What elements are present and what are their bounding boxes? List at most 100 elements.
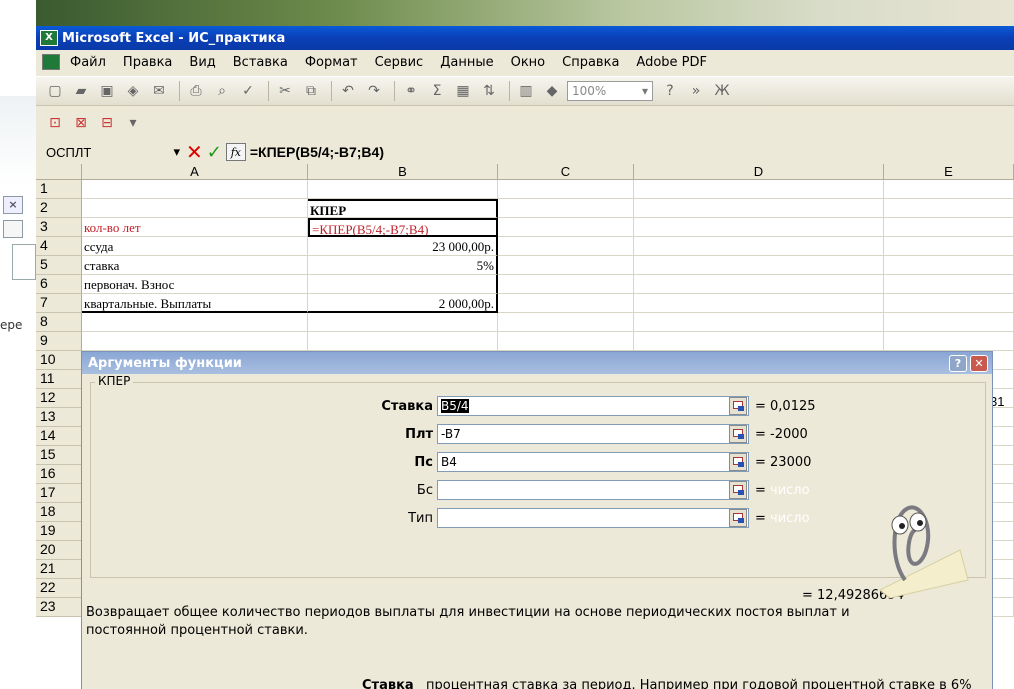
- help-button[interactable]: ?: [949, 354, 967, 372]
- row-header[interactable]: 19: [36, 522, 82, 541]
- name-box[interactable]: ОСПЛТ ▾: [36, 141, 186, 163]
- redo-icon[interactable]: ↷: [363, 81, 385, 101]
- dialog-title-bar[interactable]: Аргументы функции ? ✕: [82, 352, 992, 374]
- grid-cell[interactable]: [498, 294, 634, 313]
- print-preview-icon[interactable]: ⌕: [211, 81, 233, 101]
- row-header[interactable]: 4: [36, 237, 82, 256]
- menu-window[interactable]: Окно: [511, 55, 546, 70]
- grid-cell[interactable]: 5%: [308, 256, 498, 275]
- grid-cell[interactable]: [498, 180, 634, 199]
- row-header[interactable]: 20: [36, 541, 82, 560]
- collapse-dialog-icon[interactable]: [729, 397, 747, 415]
- grid-cell[interactable]: [884, 332, 1014, 351]
- spelling-icon[interactable]: ✓: [237, 81, 259, 101]
- column-header-a[interactable]: A: [82, 164, 308, 180]
- row-header[interactable]: 2: [36, 199, 82, 218]
- grid-cell[interactable]: ставка: [82, 256, 308, 275]
- grid-cell[interactable]: [82, 313, 308, 332]
- menu-help[interactable]: Справка: [562, 55, 619, 70]
- chart-wizard-icon[interactable]: ▥: [515, 81, 537, 101]
- chevron-down-icon[interactable]: ▾: [122, 113, 144, 133]
- grid-cell[interactable]: [884, 256, 1014, 275]
- menu-adobe-pdf[interactable]: Adobe PDF: [636, 55, 707, 70]
- grid-cell[interactable]: [498, 332, 634, 351]
- grid-cell[interactable]: [634, 237, 884, 256]
- zoom-select[interactable]: 100% ▾: [567, 81, 653, 101]
- office-assistant-clippy-icon[interactable]: [860, 480, 970, 600]
- grid-cell[interactable]: [308, 332, 498, 351]
- grid-cell[interactable]: [82, 199, 308, 218]
- grid-cell[interactable]: [498, 313, 634, 332]
- document-icon[interactable]: [42, 54, 60, 70]
- column-header-e[interactable]: E: [884, 164, 1014, 180]
- grid-cell[interactable]: [884, 294, 1014, 313]
- grid-cell[interactable]: [634, 313, 884, 332]
- grid-cell[interactable]: [498, 218, 634, 237]
- grid-cell[interactable]: [498, 199, 634, 218]
- argument-input[interactable]: B5/4: [437, 396, 749, 416]
- row-header[interactable]: 14: [36, 427, 82, 446]
- menu-data[interactable]: Данные: [440, 55, 493, 70]
- autosum-icon[interactable]: Σ: [426, 81, 448, 101]
- enter-icon[interactable]: ✓: [207, 142, 222, 163]
- email-icon[interactable]: ✉: [148, 81, 170, 101]
- row-header[interactable]: 8: [36, 313, 82, 332]
- grid-cell[interactable]: 2 000,00р.: [308, 294, 498, 313]
- collapse-dialog-icon[interactable]: [729, 453, 747, 471]
- argument-input[interactable]: -B7: [437, 424, 749, 444]
- close-button[interactable]: ✕: [970, 354, 988, 372]
- grid-cell[interactable]: [82, 180, 308, 199]
- grid-cell[interactable]: кол-во лет: [82, 218, 308, 237]
- argument-input[interactable]: [437, 508, 749, 528]
- grid-cell[interactable]: [884, 275, 1014, 294]
- grid-cell[interactable]: [498, 256, 634, 275]
- grid-cell[interactable]: 23 000,00р.: [308, 237, 498, 256]
- close-icon[interactable]: ×: [3, 196, 23, 214]
- argument-input[interactable]: [437, 480, 749, 500]
- grid-cell[interactable]: [884, 313, 1014, 332]
- print-icon[interactable]: ⎙: [185, 81, 207, 101]
- menu-format[interactable]: Формат: [305, 55, 358, 70]
- function-icon[interactable]: ▦: [452, 81, 474, 101]
- grid-cell[interactable]: [634, 332, 884, 351]
- menu-insert[interactable]: Вставка: [233, 55, 288, 70]
- row-header[interactable]: 7: [36, 294, 82, 313]
- new-icon[interactable]: ▢: [44, 81, 66, 101]
- pdf-convert-icon[interactable]: ⊡: [44, 113, 66, 133]
- save-icon[interactable]: ▣: [96, 81, 118, 101]
- collapse-dialog-icon[interactable]: [729, 425, 747, 443]
- menu-file[interactable]: Файл: [70, 55, 106, 70]
- grid-cell[interactable]: [498, 237, 634, 256]
- permission-icon[interactable]: ◈: [122, 81, 144, 101]
- copy-icon[interactable]: ⧉: [300, 81, 322, 101]
- bold-icon[interactable]: Ж: [711, 81, 733, 101]
- row-header[interactable]: 10: [36, 351, 82, 370]
- window-button[interactable]: [3, 220, 23, 238]
- column-header-d[interactable]: D: [634, 164, 884, 180]
- grid-cell[interactable]: [308, 180, 498, 199]
- grid-cell[interactable]: первонач. Взнос: [82, 275, 308, 294]
- collapse-dialog-icon[interactable]: [729, 509, 747, 527]
- row-header[interactable]: 22: [36, 579, 82, 598]
- grid-cell[interactable]: [634, 199, 884, 218]
- grid-cell[interactable]: ссуда: [82, 237, 308, 256]
- grid-cell[interactable]: [498, 275, 634, 294]
- grid-cell[interactable]: квартальные. Выплаты: [82, 294, 308, 313]
- grid-cell[interactable]: [884, 218, 1014, 237]
- grid-cell[interactable]: [884, 180, 1014, 199]
- grid-cell[interactable]: =КПЕР(B5/4;-B7;B4): [308, 218, 498, 237]
- drawing-icon[interactable]: ◆: [541, 81, 563, 101]
- grid-cell[interactable]: [634, 256, 884, 275]
- row-header[interactable]: 12: [36, 389, 82, 408]
- column-header-b[interactable]: B: [308, 164, 498, 180]
- menu-tools[interactable]: Сервис: [375, 55, 424, 70]
- row-header[interactable]: 9: [36, 332, 82, 351]
- pdf-review-icon[interactable]: ⊟: [96, 113, 118, 133]
- help-icon[interactable]: ?: [659, 81, 681, 101]
- grid-cell[interactable]: [634, 275, 884, 294]
- column-header-c[interactable]: C: [498, 164, 634, 180]
- row-header[interactable]: 11: [36, 370, 82, 389]
- argument-input[interactable]: B4: [437, 452, 749, 472]
- title-bar[interactable]: X Microsoft Excel - ИС_практика: [36, 26, 1014, 50]
- grid-cell[interactable]: [634, 180, 884, 199]
